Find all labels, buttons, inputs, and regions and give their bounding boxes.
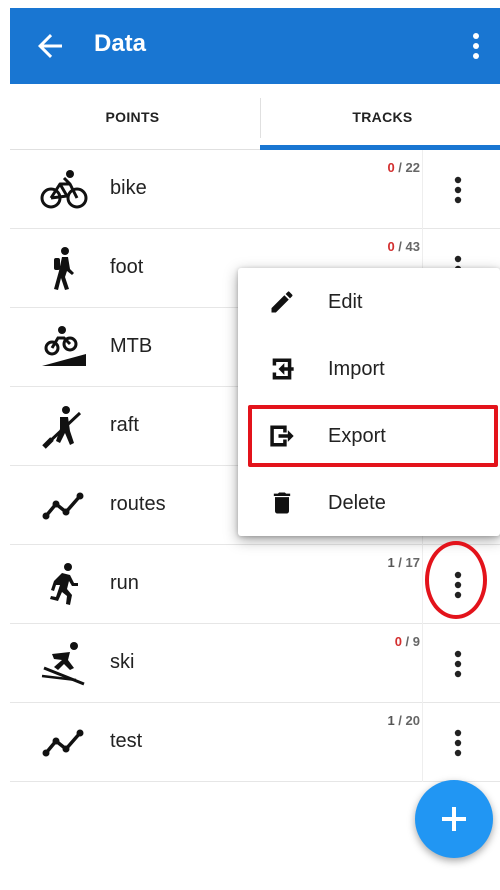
menu-item-label: Import xyxy=(328,358,385,380)
track-row-bike[interactable]: bike 0 / 22 xyxy=(10,150,500,229)
more-vertical-icon[interactable] xyxy=(442,644,474,684)
bicycle-icon xyxy=(40,170,88,209)
track-row-ski[interactable]: ski 0 / 9 xyxy=(10,624,500,703)
plus-icon xyxy=(442,807,466,831)
track-name: foot xyxy=(110,256,144,278)
track-count: 1 / 17 xyxy=(387,555,420,570)
pencil-icon xyxy=(271,291,293,313)
tab-bar: POINTS TRACKS xyxy=(10,84,500,150)
track-count: 1 / 20 xyxy=(387,713,420,728)
mountain-bike-icon xyxy=(42,326,86,366)
track-name: ski xyxy=(110,651,135,673)
arrow-left-icon[interactable] xyxy=(32,28,68,64)
page-title: Data xyxy=(94,30,147,57)
skier-icon xyxy=(41,642,85,686)
menu-button-highlight xyxy=(425,541,487,619)
add-track-button[interactable] xyxy=(415,780,493,858)
track-count: 0 / 9 xyxy=(394,634,420,649)
track-name: run xyxy=(110,572,139,594)
menu-item-edit[interactable]: Edit xyxy=(238,268,500,335)
row-divider xyxy=(422,703,423,782)
track-count: 0 / 43 xyxy=(387,239,420,254)
row-divider xyxy=(422,150,423,229)
track-row-test[interactable]: test 1 / 20 xyxy=(10,703,500,782)
track-count: 0 / 22 xyxy=(387,160,420,175)
route-line-icon xyxy=(42,492,84,520)
tab-points[interactable]: POINTS xyxy=(10,84,255,150)
menu-item-label: Delete xyxy=(328,492,386,514)
more-vertical-icon[interactable] xyxy=(442,723,474,763)
export-highlight xyxy=(248,405,498,467)
menu-item-label: Edit xyxy=(328,291,363,313)
tab-tracks[interactable]: TRACKS xyxy=(260,84,500,150)
menu-item-delete[interactable]: Delete xyxy=(238,469,500,536)
track-name: bike xyxy=(110,177,147,199)
app-bar: Data xyxy=(10,8,500,84)
track-name: raft xyxy=(110,414,139,436)
track-name: routes xyxy=(110,493,166,515)
menu-item-import[interactable]: Import xyxy=(238,335,500,402)
context-menu: Edit Import Export Delete xyxy=(238,268,500,536)
row-divider xyxy=(422,545,423,624)
route-line-icon xyxy=(42,729,84,757)
hiker-icon xyxy=(54,247,74,290)
track-name: MTB xyxy=(110,335,153,357)
raft-icon xyxy=(42,406,82,449)
row-divider xyxy=(422,624,423,703)
more-vertical-icon[interactable] xyxy=(442,170,474,210)
trash-icon xyxy=(273,492,291,514)
runner-icon xyxy=(50,563,78,605)
more-vertical-icon[interactable] xyxy=(466,28,486,64)
track-name: test xyxy=(110,730,143,752)
import-icon xyxy=(272,358,294,380)
